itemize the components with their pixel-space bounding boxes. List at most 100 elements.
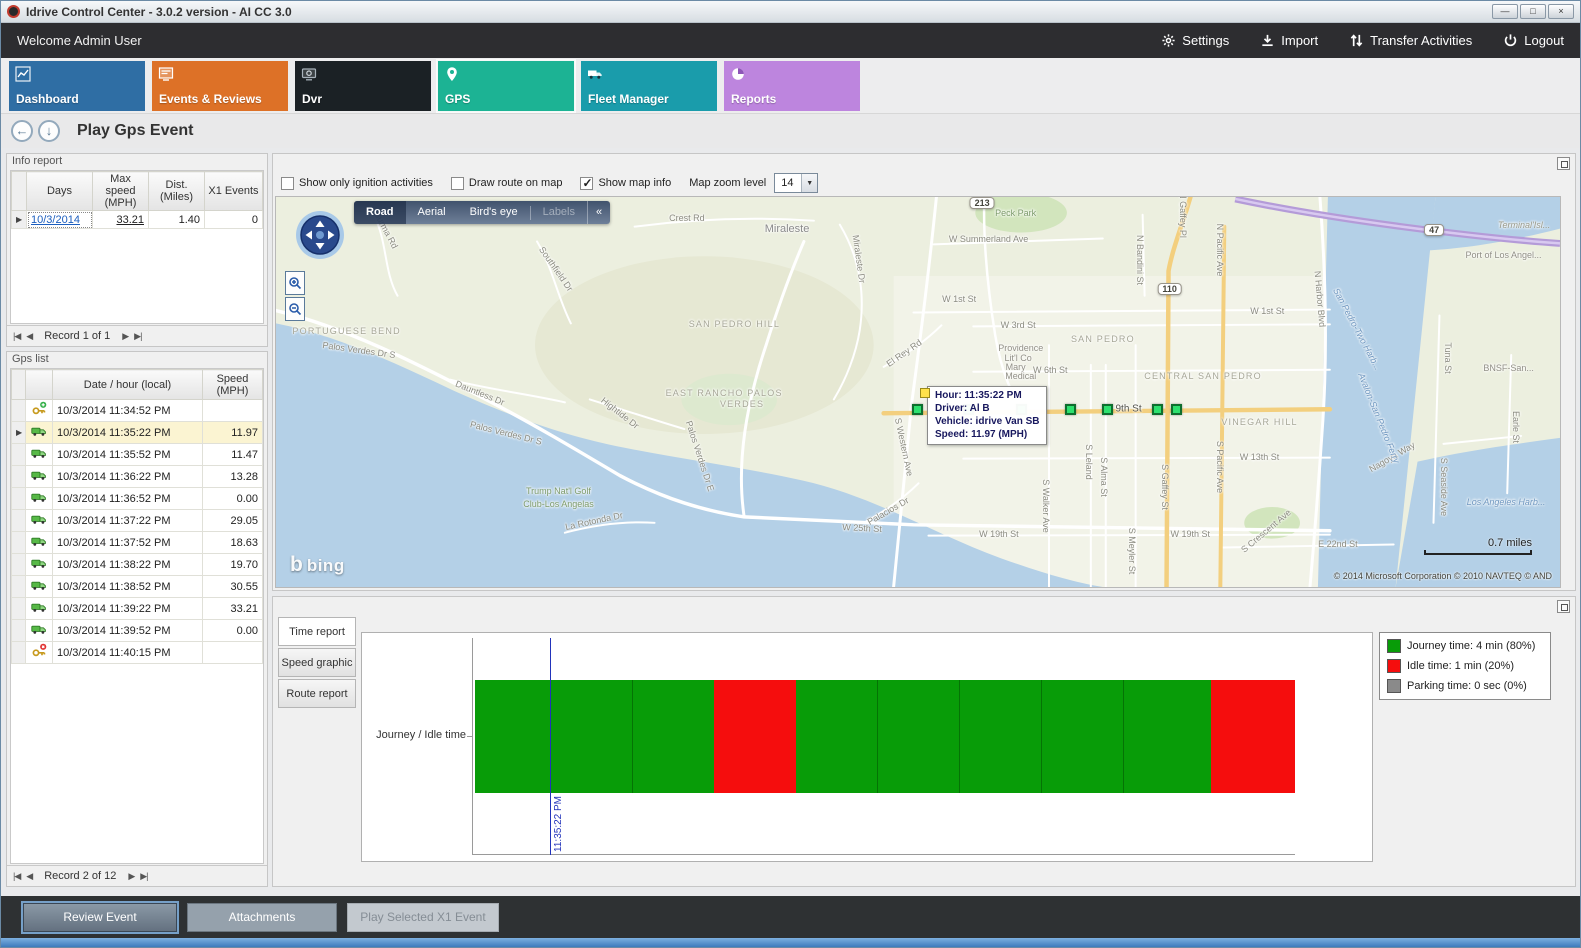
gps-datetime[interactable]: 10/3/2014 11:39:22 PM <box>53 598 203 620</box>
nav-tile-fleet-manager[interactable]: Fleet Manager <box>581 61 717 111</box>
gear-icon <box>1160 33 1176 49</box>
gps-list-row[interactable]: 10/3/2014 11:37:52 PM18.63 <box>12 532 263 554</box>
chevron-down-icon[interactable]: ▼ <box>801 174 817 192</box>
last-record-button[interactable]: ▶| <box>140 871 147 882</box>
page-title: Play Gps Event <box>77 122 194 140</box>
show-ignition-checkbox[interactable]: Show only ignition activities <box>281 177 433 190</box>
map-canvas[interactable]: MiralestePeck ParkW Summerland AveCrest … <box>275 196 1561 588</box>
gps-datetime[interactable]: 10/3/2014 11:35:22 PM <box>53 422 203 444</box>
checkbox-icon[interactable] <box>281 177 294 190</box>
tab-time-report[interactable]: Time report <box>278 617 356 646</box>
route-marker[interactable] <box>1102 404 1113 415</box>
nav-tile-dashboard[interactable]: Dashboard <box>9 61 145 111</box>
review-event-button[interactable]: Review Event <box>23 903 177 932</box>
max-speed-value[interactable]: 33.21 <box>93 211 149 229</box>
map-base <box>276 197 1560 587</box>
gps-datetime[interactable]: 10/3/2014 11:34:52 PM <box>53 400 203 422</box>
minimize-button[interactable]: — <box>1492 4 1518 19</box>
nav-tile-gps[interactable]: GPS <box>438 61 574 111</box>
gps-datetime[interactable]: 10/3/2014 11:35:52 PM <box>53 444 203 466</box>
start-marker-icon <box>920 388 930 398</box>
column-header-speed[interactable]: Speed (MPH) <box>203 370 263 400</box>
gps-datetime[interactable]: 10/3/2014 11:36:52 PM <box>53 488 203 510</box>
gps-list-row[interactable]: 10/3/2014 11:38:22 PM19.70 <box>12 554 263 576</box>
close-button[interactable]: × <box>1548 4 1574 19</box>
gps-list-row[interactable]: 10/3/2014 11:34:52 PM <box>12 400 263 422</box>
map-style-aerial[interactable]: Aerial <box>406 201 458 224</box>
settings-button[interactable]: Settings <box>1160 33 1229 49</box>
map-style-road[interactable]: Road <box>354 201 406 224</box>
gps-datetime[interactable]: 10/3/2014 11:36:22 PM <box>53 466 203 488</box>
nav-tile-dvr[interactable]: Dvr <box>295 61 431 111</box>
maximize-button[interactable]: □ <box>1520 4 1546 19</box>
map-style-labels[interactable]: Labels <box>531 201 587 224</box>
checkbox-icon[interactable] <box>580 177 593 190</box>
collapse-map-panel-button[interactable] <box>1557 157 1570 170</box>
down-arrow-icon[interactable]: ↓ <box>38 120 60 142</box>
zoom-in-button[interactable] <box>285 271 305 295</box>
gps-list-row[interactable]: 10/3/2014 11:36:52 PM0.00 <box>12 488 263 510</box>
events-icon <box>158 66 174 85</box>
gps-datetime[interactable]: 10/3/2014 11:38:22 PM <box>53 554 203 576</box>
draw-route-checkbox[interactable]: Draw route on map <box>451 177 563 190</box>
play-selected-x1-event-button[interactable]: Play Selected X1 Event <box>347 903 499 932</box>
column-header-max-speed[interactable]: Max speed (MPH) <box>93 172 149 211</box>
zoom-out-button[interactable] <box>285 297 305 321</box>
import-button[interactable]: Import <box>1259 33 1318 49</box>
first-record-button[interactable]: |◀ <box>13 871 20 882</box>
next-record-button[interactable]: ▶ <box>122 331 128 342</box>
playback-cursor[interactable] <box>550 638 551 855</box>
map-style-birdseye[interactable]: Bird's eye <box>458 201 530 224</box>
window-title: Idrive Control Center - 3.0.2 version - … <box>26 5 292 19</box>
next-record-button[interactable]: ▶ <box>128 871 134 882</box>
gps-datetime[interactable]: 10/3/2014 11:39:52 PM <box>53 620 203 642</box>
column-header-x1-events[interactable]: X1 Events <box>205 172 263 211</box>
legend-label: Idle time: 1 min (20%) <box>1407 660 1514 672</box>
row-indicator <box>12 400 26 422</box>
column-header-days[interactable]: Days <box>27 172 93 211</box>
gps-list-row[interactable]: 10/3/2014 11:40:15 PM <box>12 642 263 664</box>
prev-record-button[interactable]: ◀ <box>26 871 32 882</box>
tab-speed-graphic[interactable]: Speed graphic <box>278 648 356 677</box>
row-indicator <box>12 444 26 466</box>
gps-list-row[interactable]: 10/3/2014 11:39:22 PM33.21 <box>12 598 263 620</box>
route-marker[interactable] <box>1065 404 1076 415</box>
route-marker[interactable] <box>912 404 923 415</box>
collapse-bottom-panel-button[interactable] <box>1557 600 1570 613</box>
first-record-button[interactable]: |◀ <box>13 331 20 342</box>
nav-tile-events-reviews[interactable]: Events & Reviews <box>152 61 288 111</box>
gps-list-row[interactable]: 10/3/2014 11:39:52 PM0.00 <box>12 620 263 642</box>
info-report-row[interactable]: ▶ 10/3/2014 33.21 1.40 0 <box>12 211 263 229</box>
logout-button[interactable]: Logout <box>1502 33 1564 49</box>
column-header-dist[interactable]: Dist. (Miles) <box>149 172 205 211</box>
gps-datetime[interactable]: 10/3/2014 11:40:15 PM <box>53 642 203 664</box>
gps-datetime[interactable]: 10/3/2014 11:37:52 PM <box>53 532 203 554</box>
gps-speed: 0.00 <box>203 488 263 510</box>
transfer-activities-button[interactable]: Transfer Activities <box>1348 33 1472 49</box>
checkbox-icon[interactable] <box>451 177 464 190</box>
map-menu-collapse-button[interactable]: « <box>587 201 610 224</box>
map-compass-control[interactable] <box>294 209 346 264</box>
nav-tile-reports[interactable]: Reports <box>724 61 860 111</box>
legend-item: Parking time: 0 sec (0%) <box>1387 679 1543 693</box>
attachments-button[interactable]: Attachments <box>187 903 337 932</box>
dashboard-icon <box>15 66 31 85</box>
gps-list-row[interactable]: 10/3/2014 11:38:52 PM30.55 <box>12 576 263 598</box>
show-map-info-checkbox[interactable]: Show map info <box>580 177 671 190</box>
gps-list-row[interactable]: 10/3/2014 11:36:22 PM13.28 <box>12 466 263 488</box>
gps-datetime[interactable]: 10/3/2014 11:38:52 PM <box>53 576 203 598</box>
route-marker[interactable] <box>1171 404 1182 415</box>
gps-list-row[interactable]: 10/3/2014 11:37:22 PM29.05 <box>12 510 263 532</box>
route-marker[interactable] <box>1152 404 1163 415</box>
gps-list-row[interactable]: 10/3/2014 11:35:52 PM11.47 <box>12 444 263 466</box>
last-record-button[interactable]: ▶| <box>134 331 141 342</box>
days-link[interactable]: 10/3/2014 <box>27 211 93 229</box>
column-header-datetime[interactable]: Date / hour (local) <box>53 370 203 400</box>
bing-logo[interactable]: b bing <box>290 553 345 577</box>
back-arrow-icon[interactable]: ← <box>11 120 33 142</box>
prev-record-button[interactable]: ◀ <box>26 331 32 342</box>
gps-datetime[interactable]: 10/3/2014 11:37:22 PM <box>53 510 203 532</box>
gps-list-row[interactable]: ▶10/3/2014 11:35:22 PM11.97 <box>12 422 263 444</box>
tab-route-report[interactable]: Route report <box>278 679 356 708</box>
map-zoom-select[interactable]: 14 ▼ <box>774 173 818 193</box>
